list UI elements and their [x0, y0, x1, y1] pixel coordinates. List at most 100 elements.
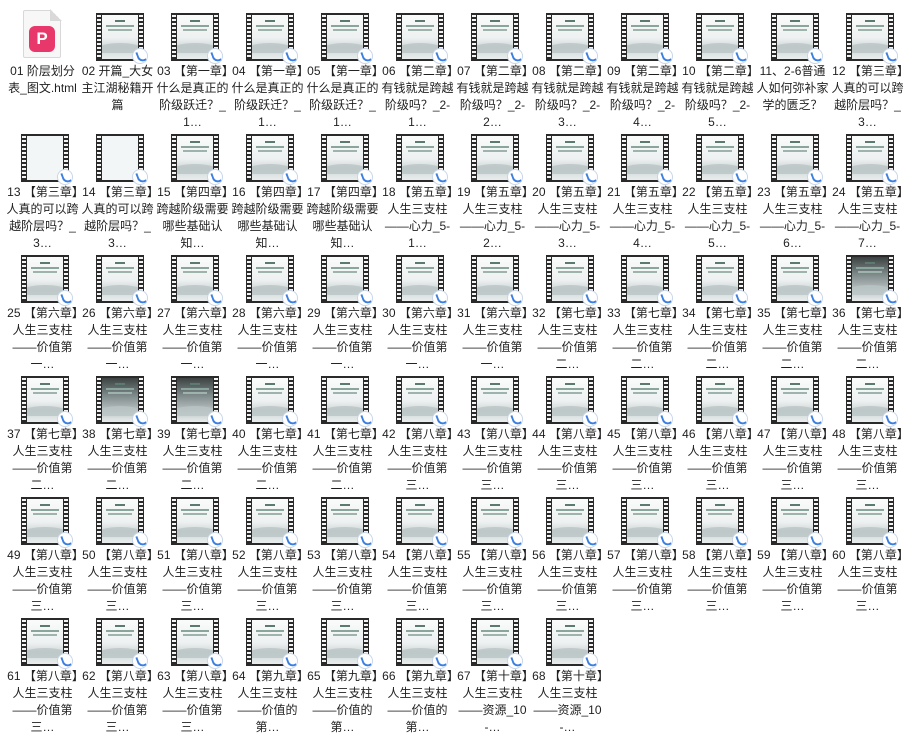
- file-grid: P 01 阶层划分表_图文.html 02 开篇_大女主江湖秘籍开篇 03 【第一章】…: [5, 9, 905, 736]
- video-thumbnail-icon: [21, 618, 73, 669]
- file-item-video[interactable]: 08 【第二章】有钱就是跨越阶级吗？_2-3…: [530, 10, 605, 131]
- file-item-video[interactable]: 61 【第八章】人生三支柱——价值第三…: [5, 615, 80, 736]
- file-name-label: 35 【第七章】人生三支柱——价值第二…: [757, 306, 828, 371]
- browser-logo-icon: P: [29, 26, 55, 52]
- player-app-badge-icon: [207, 290, 223, 306]
- file-item-video[interactable]: 34 【第七章】人生三支柱——价值第二…: [680, 252, 755, 373]
- video-thumbnail-icon: [321, 618, 373, 669]
- file-item-video[interactable]: 52 【第八章】人生三支柱——价值第三…: [230, 494, 305, 615]
- file-item-video[interactable]: 05 【第一章】什么是真正的阶级跃迁？_1…: [305, 10, 380, 131]
- file-item-video[interactable]: 56 【第八章】人生三支柱——价值第三…: [530, 494, 605, 615]
- file-item-video[interactable]: 60 【第八章】人生三支柱——价值第三…: [830, 494, 905, 615]
- file-item-video[interactable]: 62 【第八章】人生三支柱——价值第三…: [80, 615, 155, 736]
- file-item-video[interactable]: 59 【第八章】人生三支柱——价值第三…: [755, 494, 830, 615]
- player-app-badge-icon: [732, 411, 748, 427]
- player-app-badge-icon: [657, 169, 673, 185]
- file-item-video[interactable]: 25 【第六章】人生三支柱——价值第一…: [5, 252, 80, 373]
- player-app-badge-icon: [507, 411, 523, 427]
- file-item-video[interactable]: 48 【第八章】人生三支柱——价值第三…: [830, 373, 905, 494]
- file-item-video[interactable]: 07 【第二章】有钱就是跨越阶级吗？_2-2…: [455, 10, 530, 131]
- file-item-video[interactable]: 64 【第九章】人生三支柱——价值的第…: [230, 615, 305, 736]
- file-item-video[interactable]: 26 【第六章】人生三支柱——价值第一…: [80, 252, 155, 373]
- file-item-video[interactable]: 23 【第五章】人生三支柱——心力_5-6…: [755, 131, 830, 252]
- file-item-video[interactable]: 53 【第八章】人生三支柱——价值第三…: [305, 494, 380, 615]
- file-item-video[interactable]: 50 【第八章】人生三支柱——价值第三…: [80, 494, 155, 615]
- file-item-video[interactable]: 19 【第五章】人生三支柱——心力_5-2…: [455, 131, 530, 252]
- file-item-video[interactable]: 42 【第八章】人生三支柱——价值第三…: [380, 373, 455, 494]
- file-item-video[interactable]: 04 【第一章】什么是真正的阶级跃迁？_1…: [230, 10, 305, 131]
- file-item-video[interactable]: 20 【第五章】人生三支柱——心力_5-3…: [530, 131, 605, 252]
- file-item-video[interactable]: 27 【第六章】人生三支柱——价值第一…: [155, 252, 230, 373]
- file-item-video[interactable]: 45 【第八章】人生三支柱——价值第三…: [605, 373, 680, 494]
- file-name-label: 09 【第二章】有钱就是跨越阶级吗？_2-4…: [606, 64, 679, 129]
- file-item-video[interactable]: 09 【第二章】有钱就是跨越阶级吗？_2-4…: [605, 10, 680, 131]
- file-name-label: 16 【第四章】跨越阶级需要哪些基础认知…: [231, 185, 304, 250]
- file-item-video[interactable]: 39 【第七章】人生三支柱——价值第二…: [155, 373, 230, 494]
- file-item-video[interactable]: 14 【第三章】人真的可以跨越阶层吗？_3…: [80, 131, 155, 252]
- file-item-video[interactable]: 29 【第六章】人生三支柱——价值第一…: [305, 252, 380, 373]
- file-item-video[interactable]: 51 【第八章】人生三支柱——价值第三…: [155, 494, 230, 615]
- video-thumbnail-icon: [396, 255, 448, 306]
- file-item-video[interactable]: 47 【第八章】人生三支柱——价值第三…: [755, 373, 830, 494]
- file-item-video[interactable]: 43 【第八章】人生三支柱——价值第三…: [455, 373, 530, 494]
- file-item-video[interactable]: 37 【第七章】人生三支柱——价值第二…: [5, 373, 80, 494]
- file-item-video[interactable]: 57 【第八章】人生三支柱——价值第三…: [605, 494, 680, 615]
- player-app-badge-icon: [807, 290, 823, 306]
- file-item-video[interactable]: 32 【第七章】人生三支柱——价值第二…: [530, 252, 605, 373]
- video-thumbnail-icon: [171, 497, 223, 548]
- file-item-video[interactable]: 30 【第六章】人生三支柱——价值第一…: [380, 252, 455, 373]
- file-item-video[interactable]: 54 【第八章】人生三支柱——价值第三…: [380, 494, 455, 615]
- file-item-video[interactable]: 33 【第七章】人生三支柱——价值第二…: [605, 252, 680, 373]
- file-item-video[interactable]: 21 【第五章】人生三支柱——心力_5-4…: [605, 131, 680, 252]
- player-app-badge-icon: [507, 653, 523, 669]
- file-item-video[interactable]: 06 【第二章】有钱就是跨越阶级吗？_2-1…: [380, 10, 455, 131]
- file-item-video[interactable]: 41 【第七章】人生三支柱——价值第二…: [305, 373, 380, 494]
- video-thumbnail-icon: [771, 497, 823, 548]
- file-item-video[interactable]: 18 【第五章】人生三支柱——心力_5-1…: [380, 131, 455, 252]
- file-name-label: 26 【第六章】人生三支柱——价值第一…: [82, 306, 153, 371]
- file-item-video[interactable]: 31 【第六章】人生三支柱——价值第一…: [455, 252, 530, 373]
- video-thumbnail-icon: [321, 134, 373, 185]
- file-item-video[interactable]: 10 【第二章】有钱就是跨越阶级吗？_2-5…: [680, 10, 755, 131]
- file-name-label: 64 【第九章】人生三支柱——价值的第…: [232, 669, 303, 734]
- player-app-badge-icon: [432, 411, 448, 427]
- file-item-video[interactable]: 15 【第四章】跨越阶级需要哪些基础认知…: [155, 131, 230, 252]
- file-item-video[interactable]: 35 【第七章】人生三支柱——价值第二…: [755, 252, 830, 373]
- file-item-video[interactable]: 44 【第八章】人生三支柱——价值第三…: [530, 373, 605, 494]
- file-item-video[interactable]: 13 【第三章】人真的可以跨越阶层吗？_3…: [5, 131, 80, 252]
- file-item-video[interactable]: 17 【第四章】跨越阶级需要哪些基础认知…: [305, 131, 380, 252]
- file-item-video[interactable]: 66 【第九章】人生三支柱——价值的第…: [380, 615, 455, 736]
- file-item-video[interactable]: 55 【第八章】人生三支柱——价值第三…: [455, 494, 530, 615]
- video-thumbnail-icon: [546, 497, 598, 548]
- file-name-label: 61 【第八章】人生三支柱——价值第三…: [7, 669, 78, 734]
- file-item-video[interactable]: 63 【第八章】人生三支柱——价值第三…: [155, 615, 230, 736]
- file-item-video[interactable]: 03 【第一章】什么是真正的阶级跃迁？_1…: [155, 10, 230, 131]
- file-item-video[interactable]: 40 【第七章】人生三支柱——价值第二…: [230, 373, 305, 494]
- file-item-video[interactable]: 65 【第九章】人生三支柱——价值的第…: [305, 615, 380, 736]
- file-name-label: 03 【第一章】什么是真正的阶级跃迁？_1…: [156, 64, 229, 129]
- player-app-badge-icon: [582, 532, 598, 548]
- file-item-video[interactable]: 16 【第四章】跨越阶级需要哪些基础认知…: [230, 131, 305, 252]
- file-item-video[interactable]: 28 【第六章】人生三支柱——价值第一…: [230, 252, 305, 373]
- file-name-label: 62 【第八章】人生三支柱——价值第三…: [82, 669, 153, 734]
- file-item-video[interactable]: 67 【第十章】人生三支柱——资源_10-…: [455, 615, 530, 736]
- file-item-video[interactable]: 68 【第十章】人生三支柱——资源_10-…: [530, 615, 605, 736]
- file-item-video[interactable]: 12 【第三章】人真的可以跨越阶层吗？_3…: [830, 10, 905, 131]
- file-name-label: 07 【第二章】有钱就是跨越阶级吗？_2-2…: [456, 64, 529, 129]
- video-thumbnail-icon: [396, 376, 448, 427]
- player-app-badge-icon: [357, 290, 373, 306]
- file-item-video[interactable]: 11、2-6普通人如何弥补家学的匮乏？: [755, 10, 830, 131]
- file-item-html[interactable]: P 01 阶层划分表_图文.html: [5, 9, 80, 131]
- video-thumbnail-icon: [846, 13, 898, 64]
- file-item-video[interactable]: 38 【第七章】人生三支柱——价值第二…: [80, 373, 155, 494]
- file-item-video[interactable]: 22 【第五章】人生三支柱——心力_5-5…: [680, 131, 755, 252]
- file-name-label: 57 【第八章】人生三支柱——价值第三…: [607, 548, 678, 613]
- file-item-video[interactable]: 58 【第八章】人生三支柱——价值第三…: [680, 494, 755, 615]
- file-item-video[interactable]: 24 【第五章】人生三支柱——心力_5-7…: [830, 131, 905, 252]
- file-item-video[interactable]: 02 开篇_大女主江湖秘籍开篇: [80, 10, 155, 131]
- file-item-video[interactable]: 49 【第八章】人生三支柱——价值第三…: [5, 494, 80, 615]
- file-item-video[interactable]: 36 【第七章】人生三支柱——价值第二…: [830, 252, 905, 373]
- file-item-video[interactable]: 46 【第八章】人生三支柱——价值第三…: [680, 373, 755, 494]
- video-thumbnail-icon: [621, 497, 673, 548]
- file-name-label: 65 【第九章】人生三支柱——价值的第…: [307, 669, 378, 734]
